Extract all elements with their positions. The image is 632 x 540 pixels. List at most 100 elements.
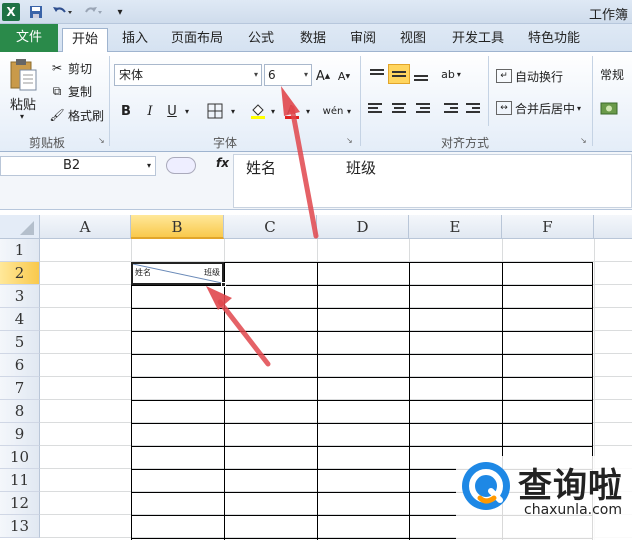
- group-divider: [592, 56, 593, 146]
- align-middle-icon[interactable]: [388, 64, 410, 84]
- excel-logo-icon[interactable]: X: [2, 3, 20, 21]
- customize-quick-access-icon[interactable]: ▾: [114, 3, 126, 21]
- tab-file[interactable]: 文件: [0, 24, 58, 52]
- tab-home[interactable]: 开始: [62, 28, 108, 53]
- name-box-value: B2: [63, 158, 81, 173]
- row-header-9[interactable]: 9: [0, 423, 40, 446]
- font-launcher-icon[interactable]: ↘: [346, 136, 353, 145]
- table-border: [131, 423, 593, 424]
- redo-icon[interactable]: [82, 3, 104, 21]
- clipboard-launcher-icon[interactable]: ↘: [98, 136, 105, 145]
- italic-button[interactable]: I: [142, 101, 158, 121]
- copy-button[interactable]: ⧉ 复制: [48, 82, 92, 100]
- row-header-4[interactable]: 4: [0, 308, 40, 331]
- align-right-icon[interactable]: [410, 98, 432, 118]
- undo-icon[interactable]: [50, 3, 74, 21]
- font-name-value: 宋体: [119, 68, 144, 82]
- currency-format-icon[interactable]: [600, 100, 620, 121]
- phonetic-guide-icon[interactable]: wén: [322, 101, 344, 121]
- row-header-10[interactable]: 10: [0, 446, 40, 469]
- select-all-button[interactable]: [0, 215, 40, 239]
- fill-handle[interactable]: [221, 282, 226, 287]
- watermark-name: 查询啦: [518, 466, 623, 506]
- align-top-icon[interactable]: [366, 64, 388, 84]
- column-header-d[interactable]: D: [317, 215, 409, 239]
- column-header-e[interactable]: E: [409, 215, 502, 239]
- number-format-select[interactable]: 常规: [600, 66, 624, 83]
- tab-insert[interactable]: 插入: [118, 28, 152, 52]
- row-header-12[interactable]: 12: [0, 492, 40, 515]
- column-header-a[interactable]: A: [40, 215, 131, 239]
- font-name-select[interactable]: 宋体 ▾: [114, 64, 262, 86]
- alignment-group-label: 对齐方式: [440, 136, 489, 150]
- column-header-g-partial[interactable]: [594, 215, 632, 239]
- fill-color-dropdown-icon[interactable]: ▾: [268, 101, 278, 121]
- table-border: [131, 285, 593, 286]
- formula-text-name: 姓名: [246, 159, 277, 177]
- underline-dropdown-icon[interactable]: ▾: [182, 101, 192, 121]
- paste-dropdown-icon[interactable]: ▾: [20, 112, 24, 121]
- merge-center-button[interactable]: ↔ 合并后居中 ▾: [496, 98, 581, 118]
- wrap-text-button[interactable]: ↵ 自动换行: [496, 66, 563, 86]
- save-icon[interactable]: [28, 3, 44, 21]
- formula-bar-toggle[interactable]: [166, 157, 196, 174]
- column-header-c[interactable]: C: [224, 215, 317, 239]
- table-border: [224, 262, 225, 540]
- select-all-triangle-icon: [20, 221, 34, 235]
- row-header-13[interactable]: 13: [0, 515, 40, 538]
- format-painter-button[interactable]: 🖌 格式刷: [48, 106, 104, 124]
- borders-icon[interactable]: [204, 101, 226, 121]
- tab-formulas[interactable]: 公式: [244, 28, 278, 52]
- tab-page-layout[interactable]: 页面布局: [168, 28, 226, 52]
- shrink-font-icon[interactable]: A ▼: [336, 66, 352, 86]
- chevron-down-icon: ▾: [577, 103, 582, 113]
- table-border: [317, 262, 318, 540]
- font-color-dropdown-icon[interactable]: ▾: [303, 101, 313, 121]
- tab-data[interactable]: 数据: [296, 28, 330, 52]
- tab-special-features[interactable]: 特色功能: [524, 28, 584, 52]
- font-size-select[interactable]: 6 ▾: [264, 64, 312, 86]
- bold-button[interactable]: B: [118, 101, 134, 121]
- borders-dropdown-icon[interactable]: ▾: [228, 101, 238, 121]
- format-painter-label: 格式刷: [68, 108, 105, 123]
- table-border: [131, 377, 593, 378]
- orientation-icon[interactable]: ab ▾: [440, 64, 462, 84]
- phonetic-guide-label: wén: [322, 105, 344, 117]
- tab-review[interactable]: 审阅: [346, 28, 380, 52]
- align-left-icon[interactable]: [366, 98, 388, 118]
- decrease-indent-icon[interactable]: [440, 98, 462, 118]
- column-header-b[interactable]: B: [131, 215, 224, 239]
- alignment-launcher-icon[interactable]: ↘: [580, 136, 587, 145]
- row-header-5[interactable]: 5: [0, 331, 40, 354]
- cut-button[interactable]: ✂ 剪切: [48, 59, 92, 77]
- row-header-3[interactable]: 3: [0, 285, 40, 308]
- increase-indent-icon[interactable]: [462, 98, 484, 118]
- grow-font-icon[interactable]: A ▲: [314, 66, 332, 86]
- underline-button[interactable]: U: [164, 101, 180, 121]
- row-header-11[interactable]: 11: [0, 469, 40, 492]
- row-header-6[interactable]: 6: [0, 354, 40, 377]
- paste-icon[interactable]: [8, 58, 38, 92]
- cell-b2-left-text: 姓名: [135, 268, 151, 277]
- phonetic-dropdown-icon[interactable]: ▾: [344, 101, 354, 121]
- align-bottom-icon[interactable]: [410, 66, 432, 86]
- align-center-icon[interactable]: [388, 98, 410, 118]
- font-group-label: 字体: [212, 136, 237, 150]
- chevron-down-icon: ▾: [303, 70, 308, 79]
- fill-color-icon[interactable]: [248, 101, 268, 121]
- row-header-8[interactable]: 8: [0, 400, 40, 423]
- insert-function-icon[interactable]: fx: [216, 156, 229, 170]
- tab-developer[interactable]: 开发工具: [448, 28, 508, 52]
- font-color-icon[interactable]: A: [282, 101, 302, 121]
- formula-input[interactable]: 姓名 班级: [233, 154, 632, 208]
- name-box[interactable]: B2 ▾: [0, 156, 156, 176]
- table-border: [131, 354, 593, 355]
- row-header-2[interactable]: 2: [0, 262, 40, 285]
- paste-button[interactable]: 粘贴: [10, 94, 36, 113]
- column-header-f[interactable]: F: [502, 215, 594, 239]
- brush-icon: 🖌: [49, 108, 65, 122]
- cell-b2-active[interactable]: 姓名 班级: [131, 262, 224, 285]
- row-header-7[interactable]: 7: [0, 377, 40, 400]
- tab-view[interactable]: 视图: [396, 28, 430, 52]
- row-header-1[interactable]: 1: [0, 239, 40, 262]
